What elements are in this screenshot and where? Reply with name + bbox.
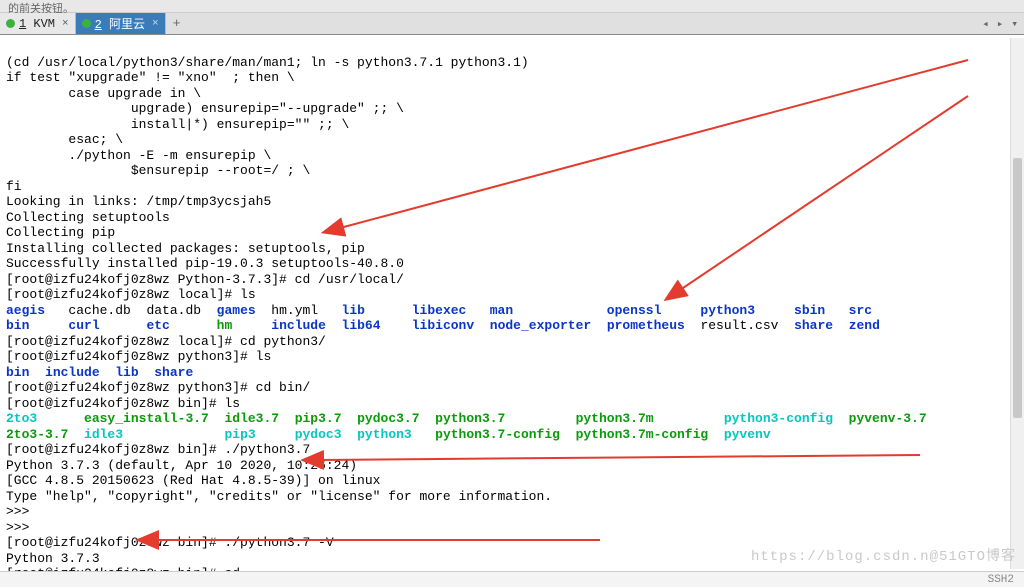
term-line: Successfully installed pip-19.0.3 setupt… <box>6 256 404 271</box>
term-line: (cd /usr/local/python3/share/man/man1; l… <box>6 55 529 70</box>
term-line: [root@izfu24kofj0z8wz bin]# ls <box>6 396 240 411</box>
ls-row: 2to3-3.7 idle3 pip3 pydoc3 python3 pytho… <box>6 427 771 442</box>
term-line: [root@izfu24kofj0z8wz local]# cd python3… <box>6 334 326 349</box>
term-line: upgrade) ensurepip="--upgrade" ;; \ <box>6 101 404 116</box>
scroll-thumb[interactable] <box>1013 158 1022 418</box>
close-icon[interactable]: × <box>62 18 69 30</box>
status-dot-icon <box>82 19 91 28</box>
tabs-next-icon[interactable]: ▸ <box>997 17 1004 31</box>
term-line: Type "help", "copyright", "credits" or "… <box>6 489 552 504</box>
term-line: [GCC 4.8.5 20150623 (Red Hat 4.8.5-39)] … <box>6 473 380 488</box>
status-ssh: SSH2 <box>988 574 1014 586</box>
tab-aliyun[interactable]: 2 阿里云 × <box>76 13 166 34</box>
status-dot-icon <box>6 19 15 28</box>
term-line: fi <box>6 179 22 194</box>
term-line: Looking in links: /tmp/tmp3ycsjah5 <box>6 194 271 209</box>
term-line: Python 3.7.3 (default, Apr 10 2020, 10:2… <box>6 458 357 473</box>
ls-row: 2to3 easy_install-3.7 idle3.7 pip3.7 pyd… <box>6 411 927 426</box>
term-line: ./python -E -m ensurepip \ <box>6 148 271 163</box>
term-line: [root@izfu24kofj0z8wz bin]# ./python3.7 <box>6 442 310 457</box>
term-line: [root@izfu24kofj0z8wz bin]# ./python3.7 … <box>6 535 334 550</box>
tab-bar-right: ◂ ▸ ▾ <box>982 13 1024 34</box>
tabs-menu-icon[interactable]: ▾ <box>1011 17 1018 31</box>
tab-bar: 1 KVM × 2 阿里云 × + ◂ ▸ ▾ <box>0 13 1024 35</box>
term-line: esac; \ <box>6 132 123 147</box>
tab-label: 1 KVM <box>19 17 55 31</box>
term-line: Collecting setuptools <box>6 210 170 225</box>
tabs-prev-icon[interactable]: ◂ <box>982 17 989 31</box>
term-line: [root@izfu24kofj0z8wz Python-3.7.3]# cd … <box>6 272 404 287</box>
term-line: Installing collected packages: setuptool… <box>6 241 365 256</box>
status-bar: SSH2 <box>0 571 1024 587</box>
term-line: case upgrade in \ <box>6 86 201 101</box>
term-line: >>> <box>6 504 29 519</box>
term-line: [root@izfu24kofj0z8wz python3]# cd bin/ <box>6 380 310 395</box>
tab-kvm[interactable]: 1 KVM × <box>0 13 76 34</box>
terminal-output[interactable]: (cd /usr/local/python3/share/man/man1; l… <box>0 35 1024 579</box>
vertical-scrollbar[interactable] <box>1010 38 1024 569</box>
ls-row: aegis cache.db data.db games hm.yml lib … <box>6 303 872 318</box>
ls-row: bin curl etc hm include lib64 libiconv n… <box>6 318 880 333</box>
term-line: Python 3.7.3 <box>6 551 100 566</box>
term-line: [root@izfu24kofj0z8wz python3]# ls <box>6 349 271 364</box>
term-line: $ensurepip --root=/ ; \ <box>6 163 310 178</box>
tab-label: 2 阿里云 <box>95 15 145 32</box>
term-line: Collecting pip <box>6 225 115 240</box>
new-tab-button[interactable]: + <box>166 13 188 34</box>
ls-row: bin include lib share <box>6 365 193 380</box>
term-line: if test "xupgrade" != "xno" ; then \ <box>6 70 295 85</box>
close-icon[interactable]: × <box>152 18 159 30</box>
term-line: install|*) ensurepip="" ;; \ <box>6 117 349 132</box>
titlebar-fragment: 的前关按钮。 <box>0 0 1024 13</box>
term-line: [root@izfu24kofj0z8wz local]# ls <box>6 287 256 302</box>
term-line: >>> <box>6 520 29 535</box>
